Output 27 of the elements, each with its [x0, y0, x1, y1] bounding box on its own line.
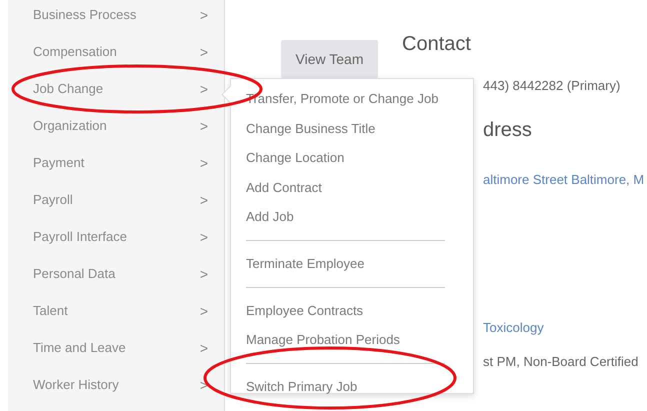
menu-item[interactable]: Change Location: [231, 143, 473, 173]
menu-item[interactable]: Change Business Title: [231, 114, 473, 144]
sidebar-item[interactable]: Payment >: [8, 144, 224, 181]
sidebar-item[interactable]: Worker History >: [8, 366, 224, 403]
phone-number: 443) 8442282 (Primary): [483, 78, 622, 93]
sidebar-item[interactable]: Time and Leave >: [8, 329, 224, 366]
menu-item[interactable]: Transfer, Promote or Change Job: [231, 84, 473, 114]
menu-item[interactable]: Add Job: [231, 202, 473, 232]
view-team-button[interactable]: View Team: [281, 40, 378, 78]
sidebar-item[interactable]: Payroll >: [8, 181, 224, 218]
department-link[interactable]: Toxicology: [483, 320, 647, 335]
position-text: st PM, Non-Board Certified: [483, 354, 640, 369]
sidebar-item[interactable]: Business Process >: [8, 0, 224, 33]
sidebar-item[interactable]: Personal Data >: [8, 255, 224, 292]
menu-item[interactable]: Employee Contracts: [231, 296, 473, 326]
menu-item[interactable]: Switch Primary Job: [231, 372, 473, 402]
sidebar-item[interactable]: Talent >: [8, 292, 224, 329]
contact-heading: Contact: [402, 33, 471, 56]
address-heading: dress: [483, 119, 533, 142]
sidebar-item[interactable]: Compensation >: [8, 33, 224, 70]
menu-item[interactable]: Terminate Employee: [231, 248, 473, 279]
menu-item[interactable]: Manage Probation Periods: [231, 325, 473, 355]
address-link[interactable]: altimore Street Baltimore, M: [483, 172, 647, 187]
menu-item[interactable]: Add Contract: [231, 172, 473, 202]
sidebar-item[interactable]: Payroll Interface >: [8, 218, 224, 255]
sidebar-item[interactable]: Organization >: [8, 107, 224, 144]
sidebar-item[interactable]: Job Change >: [8, 70, 224, 107]
